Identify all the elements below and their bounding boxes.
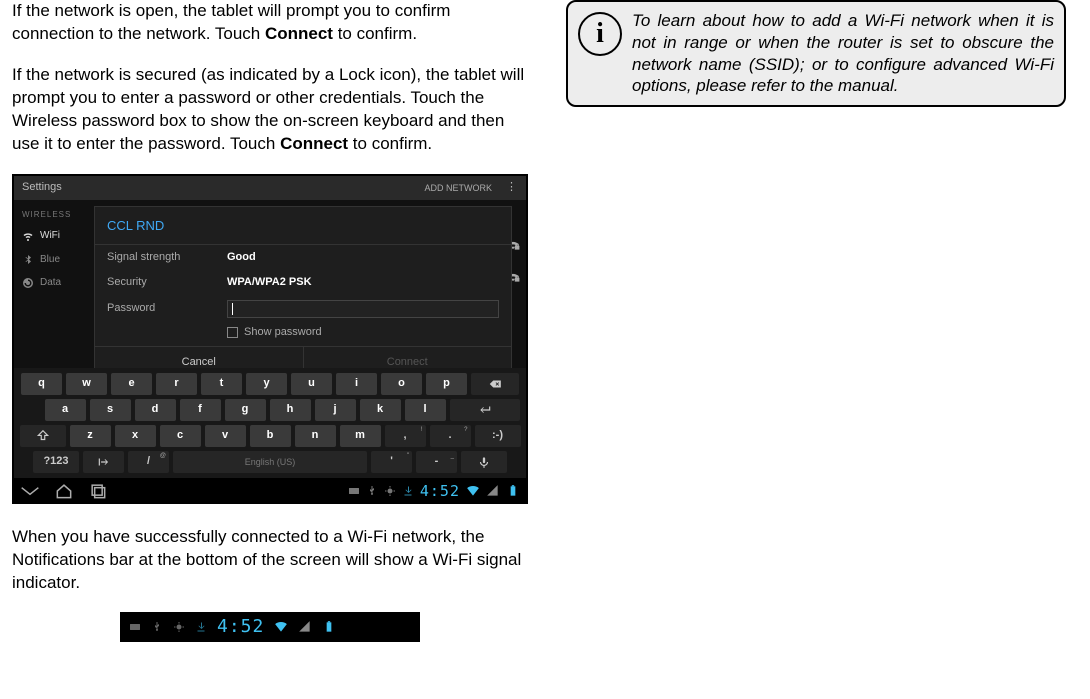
key-.[interactable]: .: [430, 425, 471, 447]
key-i[interactable]: i: [336, 373, 377, 395]
key-f[interactable]: f: [180, 399, 221, 421]
info-tip-box: i To learn about how to add a Wi-Fi netw…: [566, 0, 1066, 107]
password-input[interactable]: [227, 300, 499, 318]
key-enter[interactable]: [450, 399, 520, 421]
sidebar-item-label: Data: [40, 276, 61, 290]
paragraph-secured-network: If the network is secured (as indicated …: [12, 64, 528, 156]
text: to confirm.: [333, 24, 417, 43]
status-tray: 4:52: [348, 481, 520, 501]
info-icon: i: [578, 12, 622, 56]
key-u[interactable]: u: [291, 373, 332, 395]
cancel-button[interactable]: Cancel: [95, 347, 303, 368]
key-l[interactable]: l: [405, 399, 446, 421]
battery-icon: [322, 620, 336, 634]
onscreen-keyboard[interactable]: qwertyuiop asdfghjkl zxcvbnm,.:-) ?123 /E…: [14, 368, 526, 478]
wifi-password-dialog: CCL RND Signal strength Good Security WP…: [94, 206, 512, 368]
statusbar-zoom-screenshot: 4:52: [120, 612, 420, 642]
key-d[interactable]: d: [135, 399, 176, 421]
bold-connect: Connect: [265, 24, 333, 43]
overflow-menu-icon[interactable]: ⋮: [506, 180, 518, 195]
keyboard-indicator-icon: [129, 621, 141, 633]
key-z[interactable]: z: [70, 425, 111, 447]
key-e[interactable]: e: [111, 373, 152, 395]
key-y[interactable]: y: [246, 373, 287, 395]
key--[interactable]: -: [416, 451, 457, 473]
sidebar-item-label: Blue: [40, 253, 60, 267]
debug-icon: [384, 485, 396, 497]
bold-connect: Connect: [280, 134, 348, 153]
key-r[interactable]: r: [156, 373, 197, 395]
key-'[interactable]: ': [371, 451, 412, 473]
key-backspace[interactable]: [471, 373, 519, 395]
cell-signal-icon: [486, 484, 500, 498]
signal-value: Good: [227, 250, 256, 265]
download-icon: [195, 621, 207, 633]
key-c[interactable]: c: [160, 425, 201, 447]
bluetooth-icon: [22, 254, 34, 266]
key-s[interactable]: s: [90, 399, 131, 421]
battery-icon: [506, 484, 520, 498]
key-o[interactable]: o: [381, 373, 422, 395]
security-value: WPA/WPA2 PSK: [227, 275, 312, 290]
key-space[interactable]: English (US): [173, 451, 367, 473]
usb-icon: [366, 485, 378, 497]
wifi-icon: [22, 230, 34, 242]
clock: 4:52: [217, 615, 264, 639]
key-mic[interactable]: [461, 451, 507, 473]
nav-recents-icon[interactable]: [88, 484, 108, 498]
nav-home-icon[interactable]: [54, 484, 74, 498]
text: to confirm.: [348, 134, 432, 153]
download-icon: [402, 485, 414, 497]
key-m[interactable]: m: [340, 425, 381, 447]
security-label: Security: [107, 275, 227, 290]
key-n[interactable]: n: [295, 425, 336, 447]
key-q[interactable]: q: [21, 373, 62, 395]
text: If the network is secured (as indicated …: [12, 65, 524, 153]
wifi-signal-icon: [466, 484, 480, 498]
cell-signal-icon: [298, 620, 312, 634]
clock: 4:52: [420, 481, 460, 501]
sidebar-item-label: WiFi: [40, 229, 60, 243]
show-password-checkbox[interactable]: Show password: [95, 323, 511, 346]
key-,[interactable]: ,: [385, 425, 426, 447]
key-:-)[interactable]: :-): [475, 425, 521, 447]
settings-actionbar: Settings ADD NETWORK ⋮: [14, 176, 526, 200]
key-w[interactable]: w: [66, 373, 107, 395]
key-/[interactable]: /: [128, 451, 169, 473]
key-x[interactable]: x: [115, 425, 156, 447]
actionbar-title: Settings: [22, 180, 62, 195]
show-password-label: Show password: [244, 325, 322, 340]
key-j[interactable]: j: [315, 399, 356, 421]
paragraph-open-network: If the network is open, the tablet will …: [12, 0, 528, 46]
key-t[interactable]: t: [201, 373, 242, 395]
paragraph-connected: When you have successfully connected to …: [12, 526, 528, 595]
tip-text: To learn about how to add a Wi-Fi networ…: [632, 10, 1054, 97]
key-shift[interactable]: [20, 425, 66, 447]
connect-button[interactable]: Connect: [303, 347, 512, 368]
debug-icon: [173, 621, 185, 633]
dialog-title: CCL RND: [95, 207, 511, 246]
data-usage-icon: [22, 277, 34, 289]
key-v[interactable]: v: [205, 425, 246, 447]
info-icon-glyph: i: [596, 16, 604, 52]
password-label: Password: [107, 301, 227, 316]
key-h[interactable]: h: [270, 399, 311, 421]
nav-hide-keyboard-icon[interactable]: [20, 484, 40, 498]
checkbox-icon: [227, 327, 238, 338]
add-network-button[interactable]: ADD NETWORK: [425, 182, 493, 194]
key-g[interactable]: g: [225, 399, 266, 421]
keyboard-indicator-icon: [348, 485, 360, 497]
wifi-signal-icon: [274, 620, 288, 634]
key-b[interactable]: b: [250, 425, 291, 447]
key-tab[interactable]: [83, 451, 124, 473]
signal-label: Signal strength: [107, 250, 227, 265]
android-wifi-screenshot: Settings ADD NETWORK ⋮ WIRELESS WiFi: [12, 174, 528, 504]
usb-icon: [151, 621, 163, 633]
key-p[interactable]: p: [426, 373, 467, 395]
key-a[interactable]: a: [45, 399, 86, 421]
key-k[interactable]: k: [360, 399, 401, 421]
system-bar: 4:52: [14, 478, 526, 504]
key-?123[interactable]: ?123: [33, 451, 79, 473]
